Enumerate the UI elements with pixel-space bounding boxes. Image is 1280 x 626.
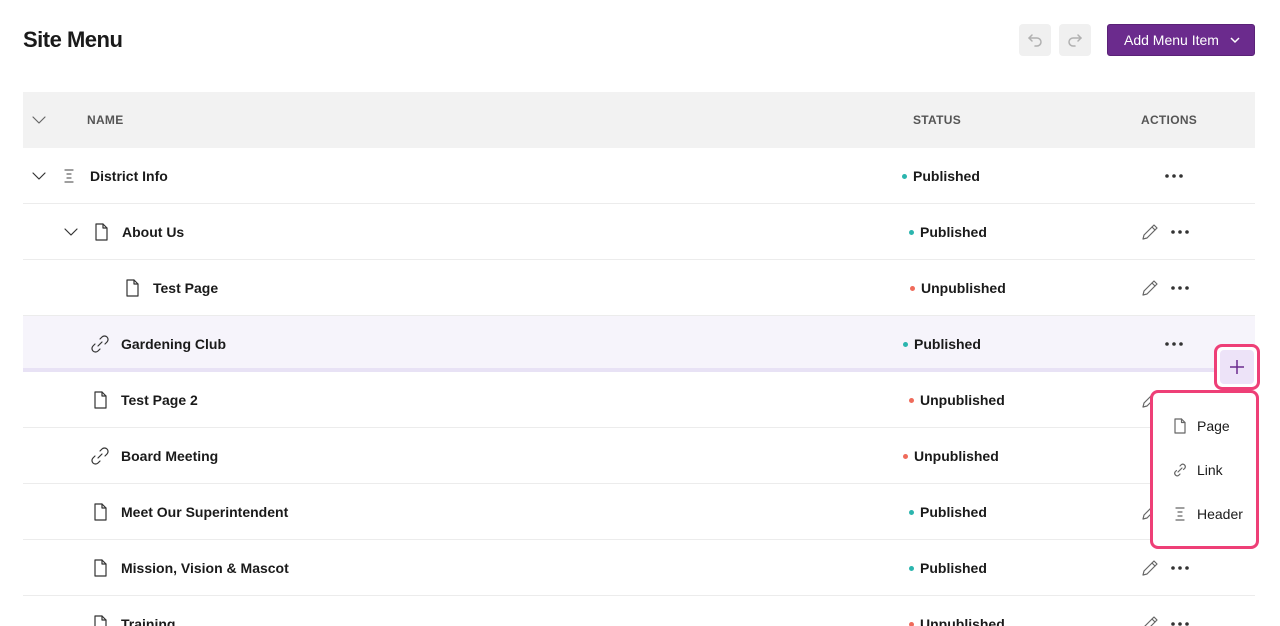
menu-item-link[interactable]: Link: [1173, 462, 1223, 478]
page-icon: [126, 279, 139, 297]
link-icon: [91, 447, 109, 465]
edit-pencil-icon[interactable]: [1140, 614, 1160, 626]
page-icon: [94, 559, 107, 577]
chevron-down-icon: [1230, 37, 1240, 44]
edit-pencil-icon[interactable]: [1140, 558, 1160, 578]
row-name: About Us: [122, 224, 185, 240]
table-row[interactable]: District Info Published: [23, 148, 1255, 204]
menu-table: NAME STATUS ACTIONS District Info Publis…: [23, 92, 1255, 626]
plus-icon: [1230, 360, 1244, 374]
status-badge: Unpublished: [910, 280, 1006, 296]
row-name: Gardening Club: [121, 336, 226, 352]
chevron-down-icon[interactable]: [31, 168, 47, 184]
link-icon: [91, 335, 109, 353]
status-badge: Published: [909, 504, 987, 520]
table-row[interactable]: About Us Published: [23, 204, 1255, 260]
add-menu-item-button[interactable]: Add Menu Item: [1107, 24, 1255, 56]
header-icon: [64, 169, 74, 183]
page-icon: [94, 391, 107, 409]
collapse-all-chevron-icon[interactable]: [31, 112, 47, 128]
edit-pencil-icon[interactable]: [1140, 222, 1160, 242]
link-icon: [1174, 463, 1186, 477]
more-actions-icon[interactable]: [1170, 621, 1190, 626]
column-header-status: STATUS: [913, 113, 962, 127]
table-row[interactable]: Mission, Vision & Mascot Published: [23, 540, 1255, 596]
redo-icon: [1068, 34, 1082, 47]
row-name: Meet Our Superintendent: [121, 504, 289, 520]
more-actions-icon[interactable]: [1164, 341, 1184, 347]
menu-item-header[interactable]: Header: [1173, 506, 1243, 522]
chevron-down-icon[interactable]: [63, 224, 79, 240]
undo-icon: [1028, 34, 1042, 47]
more-actions-icon[interactable]: [1170, 285, 1190, 291]
column-header-actions: ACTIONS: [1141, 113, 1198, 127]
table-row[interactable]: Test Page Unpublished: [23, 260, 1255, 316]
page-icon: [1174, 418, 1186, 434]
redo-button[interactable]: [1059, 24, 1091, 56]
page-icon: [94, 615, 107, 626]
status-badge: Unpublished: [903, 448, 999, 464]
edit-pencil-icon[interactable]: [1140, 278, 1160, 298]
insert-item-button[interactable]: [1214, 344, 1260, 390]
page-title: Site Menu: [23, 27, 123, 52]
column-header-name: NAME: [87, 113, 124, 127]
more-actions-icon[interactable]: [1170, 229, 1190, 235]
status-badge: Published: [903, 336, 981, 352]
table-header: NAME STATUS ACTIONS: [23, 92, 1255, 148]
row-name: Training: [121, 616, 176, 626]
status-badge: Unpublished: [909, 392, 1005, 408]
page-icon: [95, 223, 108, 241]
insert-type-menu: Page Link Header: [1150, 390, 1259, 549]
row-name: Board Meeting: [121, 448, 219, 464]
header-icon: [1175, 507, 1185, 521]
add-menu-item-label: Add Menu Item: [1124, 32, 1219, 48]
undo-button[interactable]: [1019, 24, 1051, 56]
table-row[interactable]: Meet Our Superintendent Published: [23, 484, 1255, 540]
status-badge: Published: [909, 224, 987, 240]
menu-item-page[interactable]: Page: [1173, 418, 1230, 434]
row-name: Mission, Vision & Mascot: [121, 560, 289, 576]
table-row[interactable]: Test Page 2 Unpublished: [23, 372, 1255, 428]
page-icon: [94, 503, 107, 521]
status-badge: Published: [909, 560, 987, 576]
status-badge: Published: [902, 168, 980, 184]
more-actions-icon[interactable]: [1164, 173, 1184, 179]
row-name: Test Page 2: [121, 392, 198, 408]
more-actions-icon[interactable]: [1170, 565, 1190, 571]
status-badge: Unpublished: [909, 616, 1005, 626]
table-row[interactable]: Training Unpublished: [23, 596, 1255, 626]
table-row[interactable]: Gardening Club Published: [23, 316, 1255, 372]
table-row[interactable]: Board Meeting Unpublished: [23, 428, 1255, 484]
row-name: Test Page: [153, 280, 219, 296]
row-name: District Info: [90, 168, 168, 184]
